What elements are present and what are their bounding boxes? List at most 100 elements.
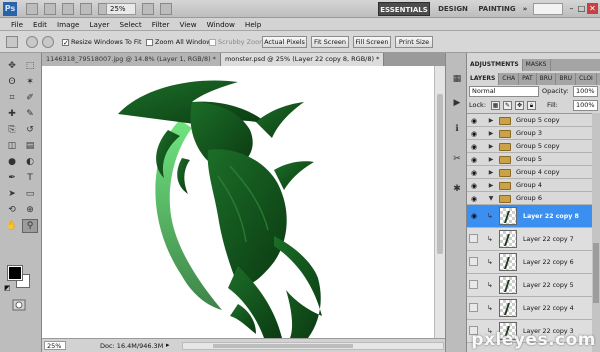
dodge-icon[interactable]: ◐ [22,155,38,169]
chevron-right-icon[interactable]: ▶ [487,169,495,177]
bridge-icon[interactable] [26,3,38,15]
layer-group-row[interactable]: ◉ ▶ Group 4 copy [467,166,592,179]
chevron-right-icon[interactable]: ▶ [487,130,495,138]
crop-icon[interactable]: ⌗ [4,91,20,105]
lock-pixels-icon[interactable]: ✎ [503,101,512,110]
marquee-icon[interactable]: ⬚ [22,59,38,73]
layer-row[interactable]: ◉ ↳ Layer 22 copy 8 [467,205,592,228]
canvas-horizontal-scroll-thumb[interactable] [213,344,353,348]
zoom-in-icon[interactable] [26,36,38,48]
chevron-right-icon[interactable]: ▶ [487,143,495,151]
eye-icon[interactable]: ◉ [469,116,479,126]
visibility-toggle[interactable] [469,280,478,289]
chevron-right-icon[interactable]: ▶ [487,156,495,164]
document-tab-jpg[interactable]: 1146318_79518007.jpg @ 14.8% (Layer 1, R… [42,53,221,66]
chevron-right-icon[interactable]: ▶ [487,117,495,125]
zoom-icon[interactable]: ⚲ [22,219,38,233]
lock-all-icon[interactable]: 🔒︎ [527,101,536,110]
status-zoom-field[interactable]: 25% [44,341,66,350]
3d-rotate-icon[interactable]: ⟲ [4,203,20,217]
brush-panel-icon[interactable]: ✂ [451,153,463,165]
menu-window[interactable]: Window [202,18,240,30]
zoom-level-select[interactable]: 25% [106,3,136,15]
screen-mode-icon[interactable] [160,3,172,15]
tab-adjustments[interactable]: ADJUSTMENTS [467,59,523,71]
hand-icon[interactable]: ✋ [4,219,20,233]
document-tab-monster[interactable]: monster.psd @ 25% (Layer 22 copy 8, RGB/… [220,53,385,66]
tab-brushes[interactable]: BRU [537,73,557,85]
tab-clone-source[interactable]: CLOI [576,73,597,85]
menu-file[interactable]: File [6,18,28,30]
history-brush-icon[interactable]: ↺ [22,123,38,137]
menu-layer[interactable]: Layer [84,18,114,30]
layers-scroll-thumb[interactable] [593,243,599,303]
opacity-field[interactable]: 100% [573,86,598,97]
close-button[interactable]: ✕ [587,3,598,14]
layer-row[interactable]: ↳ Layer 22 copy 5 [467,274,592,297]
default-colors-icon[interactable]: ◩ [4,284,11,292]
gradient-icon[interactable]: ▤ [22,139,38,153]
chevron-right-icon[interactable]: ▶ [487,182,495,190]
lock-transparent-icon[interactable]: ▦ [491,101,500,110]
healing-icon[interactable]: ✚ [4,107,20,121]
resize-windows-check-icon[interactable]: ✓ [62,38,69,46]
visibility-toggle[interactable] [469,234,478,243]
eye-icon[interactable]: ◉ [469,168,479,178]
document-canvas[interactable] [42,66,434,338]
tab-masks[interactable]: MASKS [523,59,551,71]
eye-icon[interactable]: ◉ [469,129,479,139]
layers-scrollbar[interactable] [592,113,600,352]
actions-panel-icon[interactable]: ▶ [451,97,463,109]
lasso-icon[interactable]: ʘ [4,75,20,89]
scrubby-zoom-checkbox[interactable]: Scrubby Zoom [209,38,265,46]
mini-bridge-icon[interactable] [44,3,56,15]
layer-group-row[interactable]: ◉ ▶ Group 3 [467,127,592,140]
type-icon[interactable]: T [22,171,38,185]
resize-windows-checkbox[interactable]: ✓ Resize Windows To Fit [62,38,142,46]
blend-mode-select[interactable]: Normal [469,86,539,97]
canvas-vertical-scroll-thumb[interactable] [437,94,443,254]
layer-group-row[interactable]: ◉ ▶ Group 5 [467,153,592,166]
zoom-all-check-icon[interactable] [146,38,153,46]
tab-layers[interactable]: LAYERS [467,73,500,85]
pen-icon[interactable]: ✒ [4,171,20,185]
eye-icon[interactable]: ◉ [469,181,479,191]
print-size-button[interactable]: Print Size [395,36,433,48]
quick-mask-icon[interactable] [12,299,26,311]
tool-presets-icon[interactable]: ✱ [451,183,463,195]
zoom-tool-preset-icon[interactable] [6,36,18,48]
menu-select[interactable]: Select [115,18,147,30]
menu-view[interactable]: View [175,18,202,30]
visibility-toggle[interactable] [469,303,478,312]
layer-row[interactable]: ↳ Layer 22 copy 7 [467,228,592,251]
tab-brush-presets[interactable]: BRU [556,73,577,85]
eye-icon[interactable]: ◉ [469,194,479,204]
layer-group-row[interactable]: ◉ ▶ Group 4 [467,179,592,192]
zoom-all-checkbox[interactable]: Zoom All Windows [146,38,215,46]
fill-screen-button[interactable]: Fill Screen [353,36,391,48]
layer-group-row[interactable]: ◉ ▼ Group 6 [467,192,592,205]
chevron-down-icon[interactable]: ▼ [487,195,495,203]
view-extras-icon[interactable] [62,3,74,15]
blur-icon[interactable]: ● [4,155,20,169]
info-panel-icon[interactable]: ℹ [451,123,463,135]
tab-channels[interactable]: CHA [499,73,520,85]
menu-filter[interactable]: Filter [147,18,175,30]
eyedropper-icon[interactable]: ✐ [22,91,38,105]
eye-icon[interactable]: ◉ [469,142,479,152]
shape-icon[interactable]: ▭ [22,187,38,201]
eraser-icon[interactable]: ◫ [4,139,20,153]
eye-icon[interactable]: ◉ [469,211,479,221]
workspace-more-button[interactable]: » [520,2,530,16]
menu-edit[interactable]: Edit [28,18,52,30]
workspace-painting-button[interactable]: PAINTING [476,2,518,16]
layer-group-row[interactable]: ◉ ▶ Group 5 copy [467,140,592,153]
eye-icon[interactable]: ◉ [469,155,479,165]
lock-position-icon[interactable]: ✥ [515,101,524,110]
cs-live-search-field[interactable] [533,3,563,15]
3d-orbit-icon[interactable]: ⊕ [22,203,38,217]
layer-row[interactable]: ↳ Layer 22 copy 6 [467,251,592,274]
magic-wand-icon[interactable]: ✶ [22,75,38,89]
workspace-essentials-button[interactable]: ESSENTIALS [378,2,430,16]
brush-icon[interactable]: ✎ [22,107,38,121]
